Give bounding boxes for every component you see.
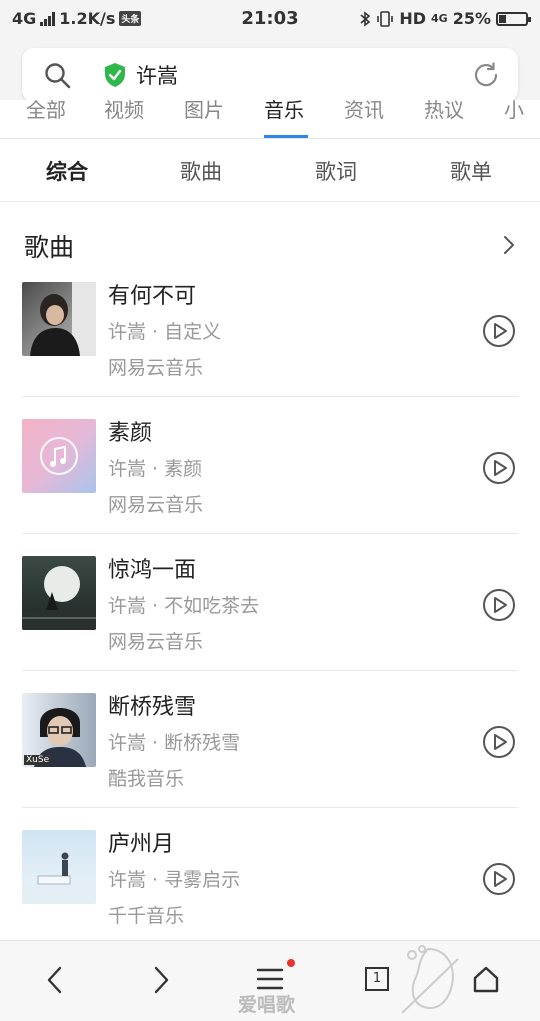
category-tabs: 全部 视频 图片 音乐 资讯 热议 小: [0, 100, 540, 138]
status-bar: 4G 1.2K/s 头条 21:03 HD 4G 25%: [0, 0, 540, 36]
category-tab-all[interactable]: 全部: [26, 100, 66, 123]
play-icon[interactable]: [482, 588, 516, 622]
divider: [0, 201, 540, 202]
song-source: 千千音乐: [108, 905, 185, 927]
shield-icon: [105, 63, 125, 87]
row-divider: [22, 670, 518, 671]
chevron-right-icon[interactable]: [502, 234, 516, 256]
status-right: HD 4G 25%: [359, 9, 531, 28]
song-source: 网易云音乐: [108, 494, 204, 516]
back-icon[interactable]: [44, 965, 66, 995]
vibrate-icon: [377, 10, 394, 27]
song-meta: 许嵩 · 不如吃茶去: [108, 595, 260, 617]
row-divider: [22, 533, 518, 534]
song-title[interactable]: 断桥残雪: [108, 689, 196, 721]
tabs-button[interactable]: 1: [365, 967, 389, 991]
battery-fill: [499, 14, 506, 23]
album-cover[interactable]: [22, 556, 96, 630]
sub-tabs: 综合 歌曲 歌词 歌单: [0, 139, 540, 201]
subtab-playlists[interactable]: 歌单: [450, 156, 492, 186]
network2-label: 4G: [431, 12, 448, 25]
song-meta: 许嵩 · 寻雾启示: [108, 869, 241, 891]
song-row[interactable]: 惊鸿一面 许嵩 · 不如吃茶去 网易云音乐: [0, 556, 540, 693]
row-divider: [22, 807, 518, 808]
album-cover[interactable]: [22, 282, 96, 356]
song-row[interactable]: 有何不可 许嵩 · 自定义 网易云音乐: [0, 282, 540, 419]
subtab-songs[interactable]: 歌曲: [180, 156, 222, 186]
menu-icon[interactable]: [256, 965, 284, 993]
category-tab-music[interactable]: 音乐: [264, 100, 304, 123]
song-meta: 许嵩 · 断桥残雪: [108, 732, 241, 754]
category-tab-video[interactable]: 视频: [104, 100, 144, 123]
hd-label: HD: [399, 9, 427, 28]
search-query[interactable]: 许嵩: [136, 60, 178, 90]
battery-icon: [496, 11, 531, 26]
play-icon[interactable]: [482, 862, 516, 896]
category-tab-image[interactable]: 图片: [184, 100, 224, 123]
song-title[interactable]: 庐州月: [108, 826, 174, 858]
play-icon[interactable]: [482, 451, 516, 485]
album-cover[interactable]: [22, 419, 96, 493]
watermark-logo: [401, 945, 459, 1014]
section-title[interactable]: 歌曲: [24, 228, 74, 264]
song-meta: 许嵩 · 自定义: [108, 321, 222, 343]
row-divider: [22, 396, 518, 397]
category-tab-more[interactable]: 小: [504, 100, 524, 123]
refresh-icon[interactable]: [472, 61, 500, 89]
song-row[interactable]: 素颜 许嵩 · 素颜 网易云音乐: [0, 419, 540, 556]
battery-text: 25%: [452, 9, 491, 28]
song-row[interactable]: XuSe 断桥残雪 许嵩 · 断桥残雪 酷我音乐: [0, 693, 540, 830]
song-title[interactable]: 素颜: [108, 415, 152, 447]
forward-icon[interactable]: [150, 965, 172, 995]
play-icon[interactable]: [482, 725, 516, 759]
song-title[interactable]: 惊鸿一面: [108, 552, 196, 584]
album-cover[interactable]: [22, 830, 96, 904]
song-source: 酷我音乐: [108, 768, 185, 790]
notification-dot: [287, 959, 295, 967]
song-source: 网易云音乐: [108, 357, 204, 379]
category-tab-news[interactable]: 资讯: [344, 100, 384, 123]
album-cover[interactable]: XuSe: [22, 693, 96, 767]
song-source: 网易云音乐: [108, 631, 204, 653]
subtab-overview[interactable]: 综合: [46, 156, 88, 186]
bluetooth-icon: [360, 10, 371, 27]
cover-badge: XuSe: [24, 755, 52, 765]
search-box[interactable]: 许嵩: [22, 48, 518, 102]
song-meta: 许嵩 · 素颜: [108, 458, 203, 480]
subtab-lyrics[interactable]: 歌词: [315, 156, 357, 186]
song-title[interactable]: 有何不可: [108, 278, 196, 310]
watermark-text: 爱唱歌: [238, 994, 296, 1016]
home-icon[interactable]: [472, 965, 500, 993]
category-tab-trending[interactable]: 热议: [424, 100, 464, 123]
play-icon[interactable]: [482, 314, 516, 348]
search-icon[interactable]: [44, 62, 72, 90]
